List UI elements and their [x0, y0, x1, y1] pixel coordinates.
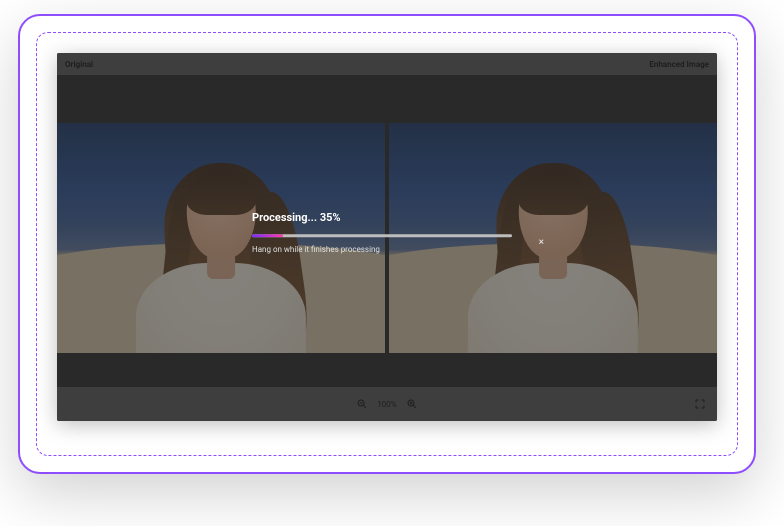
original-label: Original	[65, 60, 93, 69]
processing-modal: Processing... 35% × Hang on while it fin…	[252, 211, 522, 254]
zoom-out-icon	[356, 398, 368, 410]
expand-icon	[694, 398, 706, 410]
zoom-level: 100%	[377, 400, 396, 409]
footer-bar: 100%	[57, 387, 717, 421]
zoom-out-button[interactable]	[355, 397, 369, 411]
progress-fill	[252, 234, 283, 237]
outer-frame: Original Enhanced Image	[18, 14, 756, 474]
enhanced-label: Enhanced Image	[649, 60, 709, 69]
modal-title-prefix: Processing...	[252, 211, 317, 224]
zoom-controls: 100%	[355, 397, 418, 411]
progress-bar	[252, 234, 512, 237]
modal-percent: 35%	[320, 211, 341, 224]
zoom-in-button[interactable]	[405, 397, 419, 411]
header-bar: Original Enhanced Image	[57, 53, 717, 75]
modal-title: Processing... 35%	[252, 211, 522, 224]
app-window: Original Enhanced Image	[57, 53, 717, 421]
modal-close-button[interactable]: ×	[539, 237, 544, 248]
zoom-in-icon	[406, 398, 418, 410]
modal-subtitle: Hang on while it finishes processing	[252, 245, 522, 254]
dashed-frame: Original Enhanced Image	[36, 32, 738, 456]
fullscreen-button[interactable]	[693, 397, 707, 411]
